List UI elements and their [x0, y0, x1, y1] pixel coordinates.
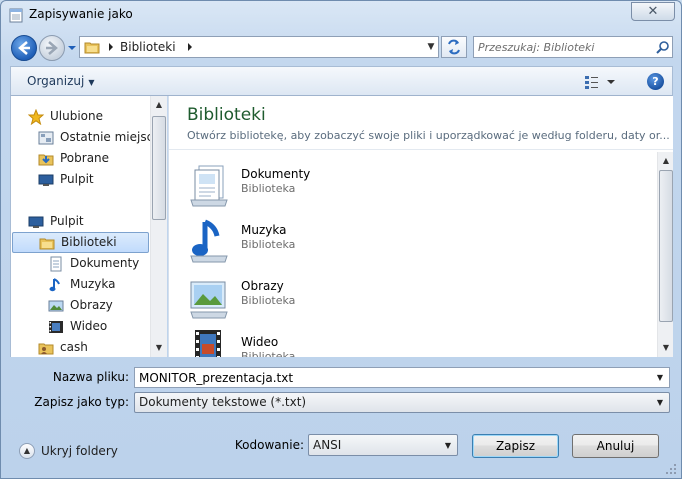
save-as-dialog: Zapisywanie jako ✕ Biblioteki ▼ Przeszuk…: [0, 0, 682, 479]
nav-item-favorites[interactable]: Ulubione: [28, 106, 158, 127]
navigation-pane: Ulubione Ostatnie miejsca Pobrane Pulpit…: [10, 96, 167, 357]
star-icon: [28, 109, 44, 125]
notepad-icon: [9, 8, 23, 23]
encoding-value: ANSI: [313, 438, 342, 452]
user-folder-icon: [38, 343, 54, 355]
breadcrumb-arrow-icon[interactable]: [187, 43, 193, 51]
library-name: Muzyka: [241, 223, 287, 237]
music-library-icon: [190, 219, 228, 263]
library-type: Biblioteka: [241, 238, 296, 251]
command-toolbar: Organizuj ▼ ?: [10, 66, 673, 96]
help-button[interactable]: ?: [647, 73, 664, 90]
nav-item-downloads[interactable]: Pobrane: [38, 148, 158, 169]
libraries-description: Otwórz bibliotekę, aby zobaczyć swoje pl…: [187, 129, 670, 142]
save-form: Nazwa pliku: ▼ Zapisz jako typ: Dokument…: [1, 357, 681, 478]
nav-pane-scroll-thumb[interactable]: [152, 116, 166, 220]
close-icon: ✕: [647, 4, 659, 19]
breadcrumb-arrow-icon[interactable]: [108, 43, 114, 51]
library-item-music[interactable]: Muzyka Biblioteka: [185, 216, 485, 268]
content-scroll-thumb[interactable]: [659, 170, 673, 322]
scroll-up-icon[interactable]: ▲: [151, 97, 167, 113]
chevron-up-icon: ▲: [19, 443, 35, 459]
close-button[interactable]: ✕: [631, 2, 675, 21]
pictures-library-icon: [48, 300, 64, 312]
nav-item-user-cash[interactable]: cash: [38, 337, 158, 357]
address-bar[interactable]: Biblioteki ▼: [79, 36, 439, 58]
filename-input[interactable]: [139, 369, 639, 386]
nav-pane-scrollbar[interactable]: ▲ ▼: [150, 96, 167, 357]
save-type-value: Dokumenty tekstowe (*.txt): [139, 395, 307, 409]
library-type: Biblioteka: [241, 350, 296, 357]
chevron-down-icon: ▼: [88, 78, 95, 87]
content-pane-scrollbar[interactable]: ▲ ▼: [657, 152, 673, 357]
nav-item-videos[interactable]: Wideo: [48, 316, 158, 337]
refresh-icon: [448, 39, 460, 55]
scroll-up-icon[interactable]: ▲: [658, 153, 673, 169]
content-pane: Biblioteki Otwórz bibliotekę, aby zobacz…: [168, 96, 673, 357]
refresh-button[interactable]: [441, 36, 467, 58]
nav-item-pictures[interactable]: Obrazy: [48, 295, 158, 316]
resize-grip-icon[interactable]: [665, 463, 677, 475]
chevron-down-icon: ▼: [427, 42, 435, 52]
organize-label: Organizuj: [27, 74, 85, 88]
save-type-select[interactable]: Dokumenty tekstowe (*.txt) ▼: [134, 392, 670, 413]
pictures-library-icon: [190, 281, 228, 319]
documents-library-icon: [190, 165, 228, 207]
library-name: Obrazy: [241, 279, 284, 293]
chevron-down-icon: ▼: [444, 441, 452, 450]
library-item-documents[interactable]: Dokumenty Biblioteka: [185, 160, 485, 212]
nav-item-desktop-favorite[interactable]: Pulpit: [38, 169, 158, 190]
save-button[interactable]: Zapisz: [472, 434, 559, 458]
header-divider: [169, 149, 673, 150]
nav-item-libraries[interactable]: Biblioteki: [12, 232, 149, 253]
desktop-icon: [28, 216, 44, 228]
arrow-left-icon: [18, 41, 30, 55]
library-type: Biblioteka: [241, 182, 296, 195]
videos-library-icon: [49, 321, 63, 333]
cancel-button[interactable]: Anuluj: [572, 434, 659, 458]
filename-combobox[interactable]: ▼: [134, 367, 670, 388]
recent-pages-dropdown-icon[interactable]: [67, 43, 77, 53]
documents-library-icon: [50, 256, 62, 272]
libraries-icon: [39, 238, 55, 250]
nav-item-recent-places[interactable]: Ostatnie miejsca: [38, 127, 163, 148]
libraries-folder-icon: [84, 42, 100, 54]
videos-library-icon: [195, 330, 221, 357]
breadcrumb-libraries[interactable]: Biblioteki: [120, 40, 176, 54]
library-type: Biblioteka: [241, 294, 296, 307]
search-input[interactable]: [478, 39, 648, 55]
search-icon[interactable]: [656, 40, 670, 54]
scroll-down-icon[interactable]: ▼: [151, 340, 167, 356]
organize-menu-button[interactable]: Organizuj ▼: [27, 74, 94, 88]
address-dropdown-button[interactable]: ▼: [424, 37, 438, 57]
encoding-label: Kodowanie:: [234, 438, 304, 452]
library-name: Dokumenty: [241, 167, 311, 181]
chevron-down-icon: ▼: [656, 398, 664, 407]
libraries-heading: Biblioteki: [187, 105, 266, 125]
scroll-down-icon[interactable]: ▼: [658, 340, 673, 356]
library-item-videos[interactable]: Wideo Biblioteka: [185, 328, 485, 357]
nav-item-music[interactable]: Muzyka: [48, 274, 158, 295]
help-icon: ?: [652, 75, 659, 88]
window-title: Zapisywanie jako: [29, 7, 133, 21]
hide-folders-label: Ukryj foldery: [41, 444, 118, 458]
change-view-icon[interactable]: [583, 73, 617, 91]
library-name: Wideo: [241, 335, 279, 349]
library-item-pictures[interactable]: Obrazy Biblioteka: [185, 272, 485, 324]
downloads-folder-icon: [38, 154, 54, 166]
search-box[interactable]: [473, 36, 673, 58]
encoding-select[interactable]: ANSI ▼: [308, 434, 458, 456]
filename-label: Nazwa pliku:: [52, 370, 129, 384]
chevron-down-icon[interactable]: ▼: [653, 370, 667, 385]
arrow-right-icon: [46, 41, 58, 55]
title-bar: Zapisywanie jako ✕: [1, 1, 681, 29]
music-library-icon: [49, 278, 60, 292]
nav-item-desktop[interactable]: Pulpit: [28, 211, 158, 232]
forward-button[interactable]: [39, 35, 65, 61]
desktop-icon: [38, 174, 54, 186]
recent-places-icon: [38, 131, 54, 145]
nav-item-documents[interactable]: Dokumenty: [48, 253, 158, 274]
back-button[interactable]: [11, 35, 37, 61]
save-type-label: Zapisz jako typ:: [34, 395, 129, 409]
